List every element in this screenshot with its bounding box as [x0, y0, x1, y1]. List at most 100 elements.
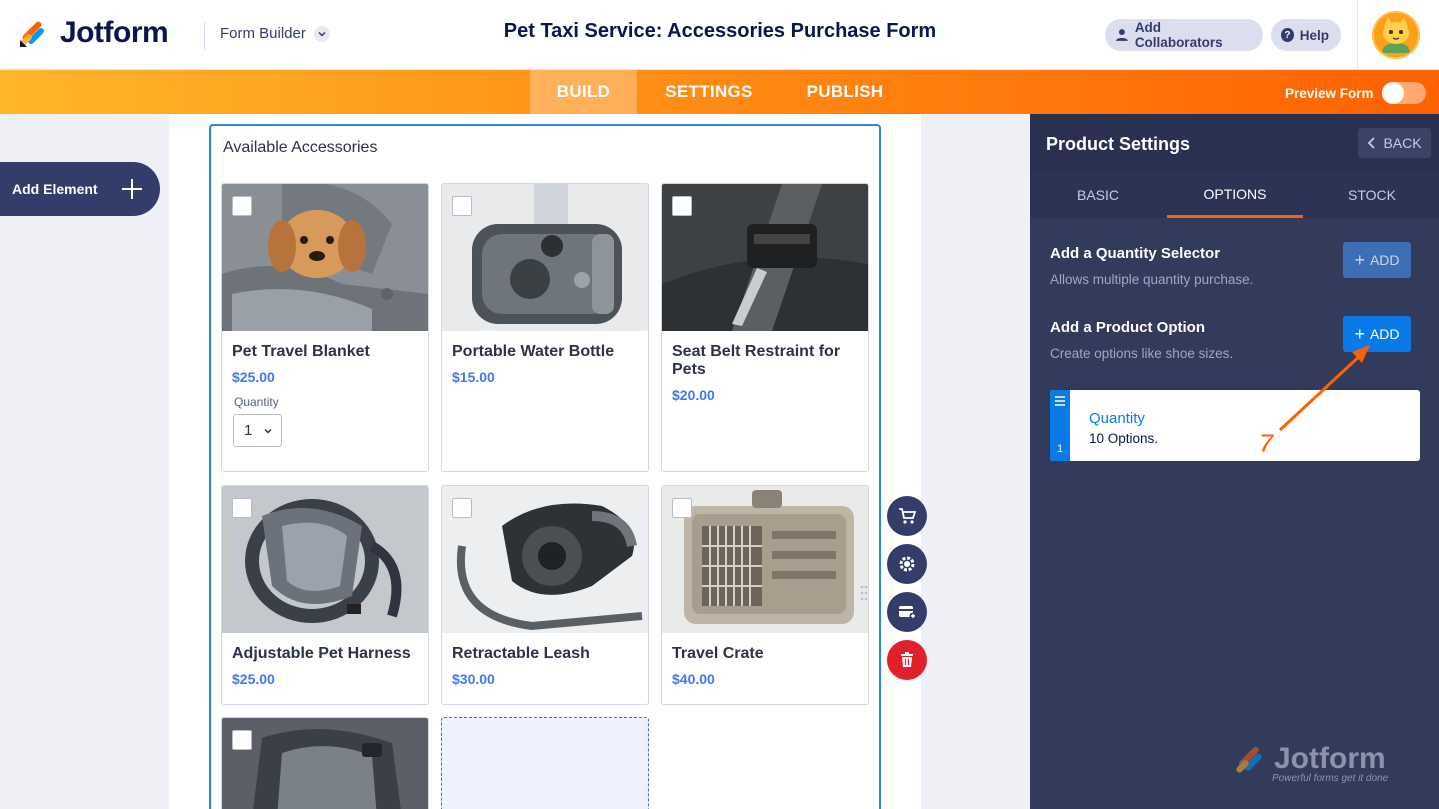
quantity-selector-desc: Allows multiple quantity purchase.	[1050, 272, 1254, 287]
add-field-button[interactable]	[887, 592, 927, 632]
chevron-down-icon	[313, 25, 330, 42]
tab-publish[interactable]: PUBLISH	[790, 70, 900, 114]
tab-basic[interactable]: BASIC	[1030, 172, 1166, 218]
card-add-icon	[899, 606, 917, 620]
quantity-select[interactable]: 1	[233, 414, 282, 447]
annotation-arrow	[1278, 345, 1370, 432]
jotform-watermark: Jotform Powerful forms get it done	[1234, 740, 1404, 788]
tab-settings[interactable]: SETTINGS	[645, 70, 773, 114]
toggle-knob	[1381, 82, 1404, 104]
tab-build[interactable]: BUILD	[530, 70, 637, 114]
help-label: Help	[1299, 27, 1329, 43]
preview-form-label: Preview Form	[1285, 85, 1374, 101]
chevron-down-icon	[264, 428, 272, 434]
plus-icon: +	[1354, 249, 1365, 270]
field-label[interactable]: Available Accessories	[223, 139, 377, 157]
menu-icon	[1055, 396, 1065, 406]
product-checkbox[interactable]	[232, 730, 252, 750]
product-price: $25.00	[232, 369, 275, 385]
product-name: Retractable Leash	[452, 645, 590, 662]
help-button[interactable]: ? Help	[1271, 19, 1341, 51]
preview-form: Preview Form	[1285, 82, 1426, 104]
product-option-title: Add a Product Option	[1050, 319, 1205, 336]
product-price: $30.00	[452, 671, 495, 687]
builder-nav: BUILD SETTINGS PUBLISH Preview Form	[0, 70, 1439, 114]
avatar-cat-icon	[1374, 13, 1418, 57]
product-image	[222, 486, 428, 633]
option-drag-strip[interactable]: 1	[1050, 390, 1070, 461]
tab-stock[interactable]: STOCK	[1304, 172, 1439, 218]
product-price: $40.00	[672, 671, 715, 687]
product-card[interactable]: Pet Travel Blanket $25.00 Quantity 1	[221, 183, 429, 472]
product-checkbox[interactable]	[232, 498, 252, 518]
product-card[interactable]: Travel Crate $40.00	[661, 485, 869, 705]
product-name: Adjustable Pet Harness	[232, 645, 411, 662]
back-button[interactable]: BACK	[1358, 128, 1431, 158]
jotform-logo[interactable]: Jotform	[18, 16, 169, 50]
add-element-button[interactable]: Add Element	[0, 162, 160, 216]
product-settings-panel: Product Settings BACK BASIC OPTIONS STOC…	[1030, 114, 1439, 809]
product-checkbox[interactable]	[452, 498, 472, 518]
product-checkbox[interactable]	[232, 196, 252, 216]
product-image	[222, 718, 428, 809]
panel-title: Product Settings	[1046, 134, 1191, 154]
user-icon	[1115, 29, 1128, 41]
jotform-wordmark: Jotform	[60, 16, 169, 49]
option-name[interactable]: Quantity	[1089, 410, 1145, 427]
field-settings-button[interactable]	[887, 544, 927, 584]
form-title[interactable]: Pet Taxi Service: Accessories Purchase F…	[430, 20, 1010, 43]
add-element-label: Add Element	[12, 181, 98, 197]
avatar[interactable]	[1372, 11, 1420, 59]
product-card[interactable]: Retractable Leash $30.00	[441, 485, 649, 705]
quantity-selector-title: Add a Quantity Selector	[1050, 245, 1221, 262]
product-checkbox[interactable]	[452, 196, 472, 216]
add-quantity-selector-button[interactable]: + ADD	[1343, 242, 1411, 278]
product-checkbox[interactable]	[672, 196, 692, 216]
top-header: Jotform Form Builder Pet Taxi Service: A…	[0, 0, 1439, 70]
option-count: 10 Options.	[1089, 431, 1159, 446]
jotform-logo-icon	[1236, 746, 1262, 773]
cart-icon	[899, 508, 917, 524]
product-image	[442, 184, 648, 331]
back-label: BACK	[1383, 135, 1422, 151]
gear-icon	[899, 556, 915, 572]
form-builder-dropdown[interactable]: Form Builder	[220, 25, 330, 42]
quantity-value: 1	[244, 422, 253, 439]
header-divider-right	[1357, 0, 1358, 70]
header-divider	[204, 22, 205, 50]
product-cart-button[interactable]	[887, 496, 927, 536]
annotation-step-number: 7	[1258, 428, 1274, 459]
panel-header: Product Settings BACK	[1030, 114, 1439, 172]
add-collaborators-label: Add Collaborators	[1134, 20, 1223, 50]
add-collaborators-button[interactable]: Add Collaborators	[1105, 19, 1263, 51]
product-image	[662, 486, 868, 633]
product-price: $25.00	[232, 671, 275, 687]
drag-handle-icon[interactable]	[860, 585, 868, 601]
product-card[interactable]: Adjustable Pet Harness $25.00	[221, 485, 429, 705]
product-image	[222, 184, 428, 331]
jotform-logo-icon	[20, 21, 44, 47]
delete-field-button[interactable]	[887, 640, 927, 680]
quantity-label: Quantity	[234, 395, 279, 409]
product-card[interactable]: Portable Water Bottle $15.00	[441, 183, 649, 472]
product-name: Travel Crate	[672, 645, 764, 662]
trash-icon	[901, 652, 913, 667]
preview-form-toggle[interactable]	[1381, 82, 1426, 104]
product-card[interactable]	[221, 717, 429, 809]
product-name: Seat Belt Restraint for Pets	[672, 343, 841, 378]
product-card[interactable]: Seat Belt Restraint for Pets $20.00	[661, 183, 869, 472]
product-image	[442, 486, 648, 633]
product-price: $20.00	[672, 387, 715, 403]
panel-tabs: BASIC OPTIONS STOCK	[1030, 172, 1439, 218]
product-option-desc: Create options like shoe sizes.	[1050, 346, 1234, 361]
product-checkbox[interactable]	[672, 498, 692, 518]
tab-options[interactable]: OPTIONS	[1167, 172, 1303, 218]
product-name: Portable Water Bottle	[452, 343, 615, 360]
product-price: $15.00	[452, 369, 495, 385]
add-product-placeholder[interactable]	[441, 717, 649, 809]
watermark-wordmark: Jotform	[1274, 742, 1386, 775]
plus-icon	[122, 179, 142, 199]
form-builder-label: Form Builder	[220, 25, 306, 42]
option-index: 1	[1056, 443, 1064, 455]
add-quantity-selector-label: ADD	[1369, 252, 1400, 268]
